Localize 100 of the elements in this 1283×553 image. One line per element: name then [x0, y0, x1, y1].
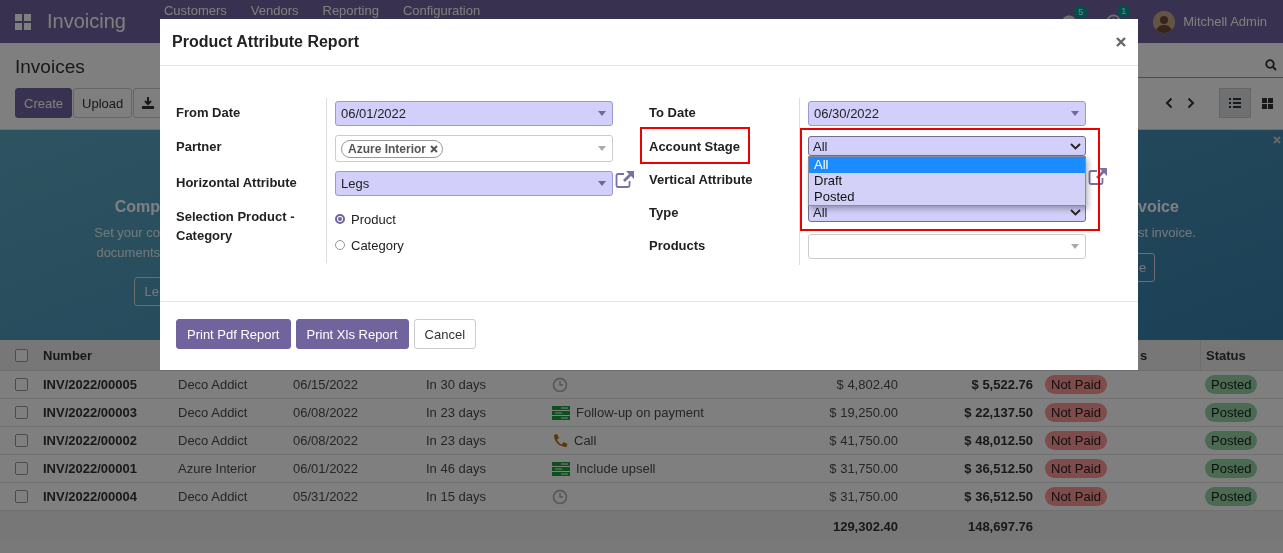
activity-badge: 1 [1117, 5, 1131, 17]
secondary-button[interactable]: Upload [73, 88, 133, 118]
status-badge: Not Paid [1045, 403, 1107, 422]
chevron-down-icon [1070, 208, 1081, 216]
primary-button[interactable]: Create [15, 88, 73, 118]
external-link-icon[interactable] [615, 170, 635, 188]
field-label: Products [649, 238, 706, 253]
table-cell: $ 4,802.40 [836, 377, 898, 392]
field-label: Account Stage [649, 139, 740, 154]
stacked-bars-icon[interactable] [552, 405, 570, 420]
table-cell: In 23 days [426, 433, 486, 448]
dropdown-option[interactable]: Posted [809, 189, 1085, 205]
print-button[interactable]: Print Pdf Report [176, 319, 291, 349]
table-cell: $ 5,522.76 [971, 377, 1033, 392]
row-checkbox[interactable] [15, 378, 28, 391]
table-cell: Azure Interior [178, 461, 257, 476]
table-cell: $ 36,512.50 [964, 461, 1033, 476]
chevron-left-icon[interactable] [1165, 97, 1173, 109]
table-cell: $ 31,750.00 [829, 489, 898, 504]
menu-item[interactable]: Configuration [390, 3, 493, 18]
table-cell: $ 41,750.00 [829, 433, 898, 448]
status-badge: Posted [1205, 403, 1258, 422]
user-avatar[interactable] [1153, 10, 1176, 33]
remove-icon[interactable] [430, 144, 438, 153]
grid-icon [1261, 97, 1273, 109]
table-cell: INV/2022/00005 [43, 377, 137, 392]
radio-button[interactable] [335, 214, 345, 224]
user-name[interactable]: Mitchell Admin [1183, 14, 1267, 29]
status-badge: Not Paid [1045, 375, 1107, 394]
table-cell: 06/01/2022 [293, 461, 359, 476]
external-link-icon[interactable] [1088, 167, 1108, 185]
table-cell: In 23 days [426, 405, 486, 420]
app-title[interactable]: Invoicing [47, 10, 126, 33]
activity-label: Follow-up on payment [576, 405, 704, 420]
table-cell: In 15 days [426, 489, 486, 504]
tags-field[interactable]: Azure Interior [335, 135, 613, 162]
table-cell: INV/2022/00004 [43, 489, 137, 504]
table-cell: 06/15/2022 [293, 377, 359, 392]
menu-item[interactable]: Customers [151, 3, 239, 18]
caret-icon [1071, 111, 1079, 116]
total-cell: 148,697.76 [967, 518, 1033, 534]
status-badge: Posted [1205, 487, 1258, 506]
table-cell: 06/08/2022 [293, 433, 359, 448]
radio-button[interactable] [335, 240, 345, 250]
print-button[interactable]: Print Xls Report [295, 319, 409, 349]
dialog-title: Product Attribute Report [172, 33, 359, 51]
status-badge: Posted [1205, 375, 1258, 394]
status-badge: Not Paid [1045, 487, 1107, 506]
select-field[interactable] [808, 234, 1086, 259]
row-checkbox[interactable] [15, 490, 28, 503]
row-checkbox[interactable] [15, 462, 28, 475]
row-checkbox[interactable] [15, 406, 28, 419]
date-field[interactable]: 06/30/2022 [808, 101, 1086, 126]
page-title: Invoices [15, 56, 85, 78]
table-cell: $ 36,512.50 [964, 489, 1033, 504]
list-view-button[interactable] [1219, 88, 1251, 118]
clock-icon[interactable] [552, 376, 568, 393]
menu-item[interactable]: Reporting [310, 3, 391, 18]
apps-menu-icon[interactable] [15, 13, 31, 30]
cancel-button[interactable]: Cancel [413, 319, 476, 349]
step-title: Comp [114, 197, 160, 217]
total-cell: 129,302.40 [832, 518, 898, 534]
field-label: Partner [176, 139, 222, 154]
clock-icon[interactable] [552, 488, 568, 505]
caret-icon [1071, 244, 1079, 249]
select-field[interactable]: All [808, 136, 1086, 156]
select-all-checkbox[interactable] [15, 348, 28, 362]
table-cell: 05/31/2022 [293, 489, 359, 504]
menu-item[interactable]: Vendors [238, 3, 311, 18]
table-cell: $ 48,012.50 [964, 433, 1033, 448]
search-icon[interactable] [1265, 59, 1277, 71]
table-cell: 06/08/2022 [293, 405, 359, 420]
table-cell: Deco Addict [178, 489, 248, 504]
dropdown-option[interactable]: Draft [809, 173, 1085, 189]
chevron-right-icon[interactable] [1187, 97, 1195, 109]
dropdown-option[interactable]: All [809, 157, 1085, 173]
status-badge: Not Paid [1045, 431, 1107, 450]
select-field[interactable]: Legs [335, 171, 613, 196]
step-description: st invoice. [1138, 224, 1196, 242]
table-cell: In 30 days [426, 377, 486, 392]
caret-icon [598, 111, 606, 116]
date-field[interactable]: 06/01/2022 [335, 101, 613, 126]
status-badge: Posted [1205, 431, 1258, 450]
stacked-bars-icon[interactable] [552, 461, 570, 476]
unread-badge: 5 [1074, 5, 1088, 18]
step-title: voice [1138, 197, 1179, 217]
close-icon[interactable] [1116, 37, 1126, 47]
table-cell: INV/2022/00002 [43, 433, 137, 448]
phone-icon[interactable] [552, 432, 568, 449]
column-header[interactable]: s [1140, 347, 1148, 363]
status-badge: Posted [1205, 459, 1258, 478]
list-icon [1229, 98, 1241, 108]
column-header[interactable]: Status [1206, 347, 1246, 363]
table-cell: Deco Addict [178, 377, 248, 392]
table-cell: $ 19,250.00 [829, 405, 898, 420]
table-cell: $ 31,750.00 [829, 461, 898, 476]
field-label: To Date [649, 105, 696, 120]
column-header[interactable]: Number [43, 347, 93, 363]
field-label: Vertical Attribute [649, 172, 753, 187]
row-checkbox[interactable] [15, 434, 28, 447]
